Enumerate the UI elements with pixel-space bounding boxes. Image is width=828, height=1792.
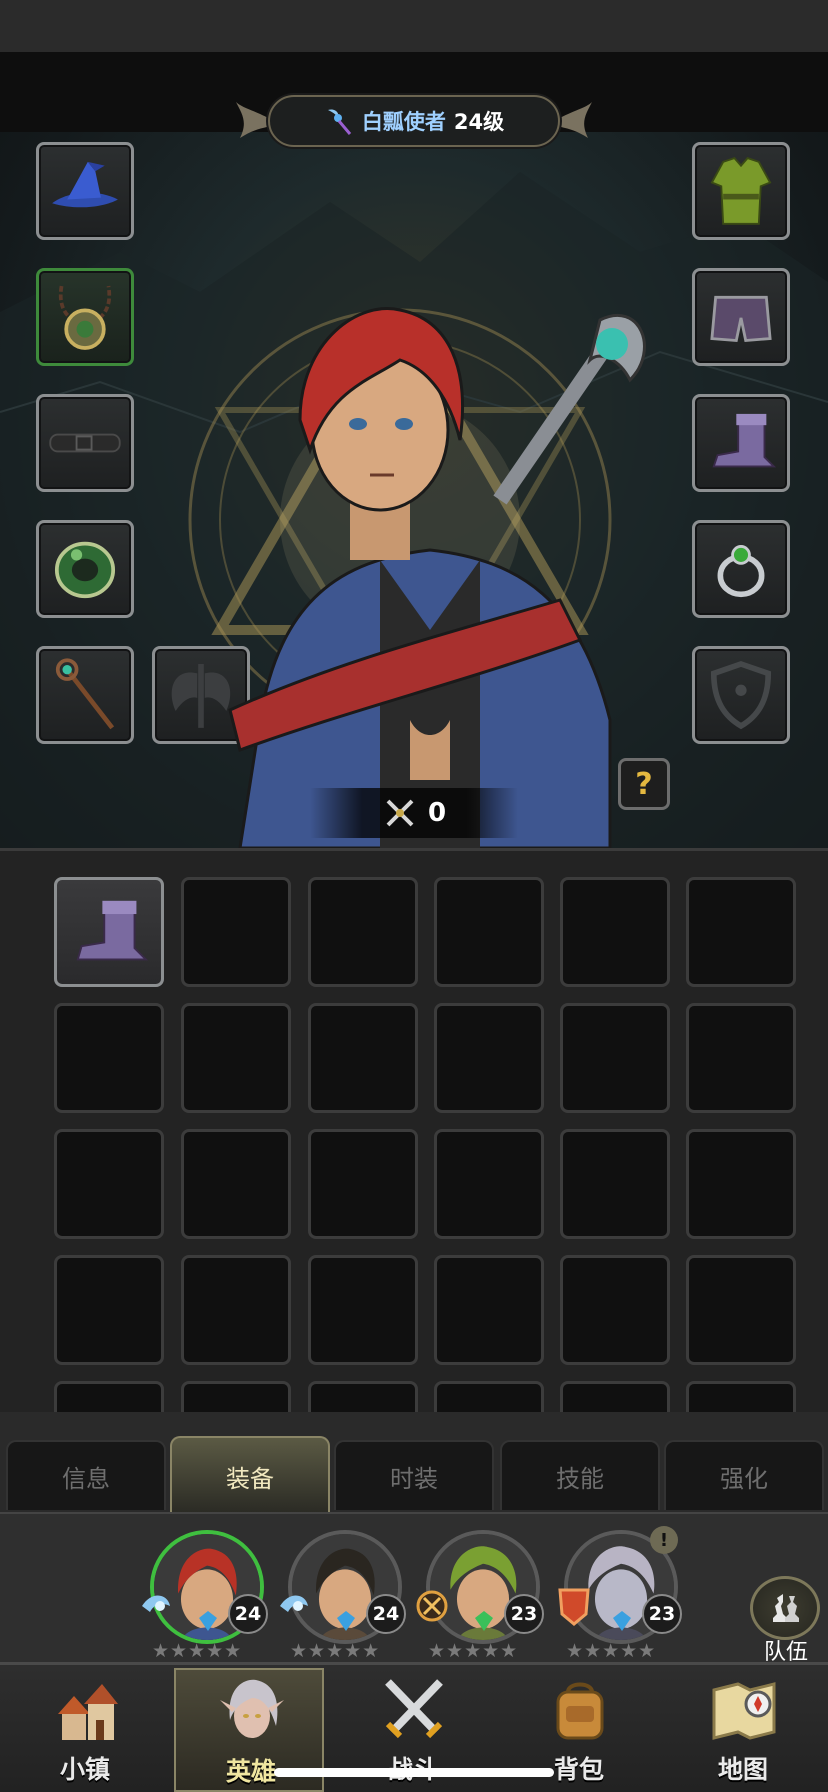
inventory-slot[interactable] xyxy=(54,877,164,987)
slot-head[interactable] xyxy=(36,142,134,240)
inventory-slot[interactable] xyxy=(54,1129,164,1239)
tab-equipment[interactable]: 装备 xyxy=(170,1436,330,1514)
warrior-class-icon xyxy=(558,1588,590,1626)
town-icon xyxy=(58,1684,118,1740)
hero-star-rating: ★★★★★ xyxy=(428,1640,519,1662)
crossed-swords-icon xyxy=(385,1679,443,1739)
mage-class-icon xyxy=(142,1595,170,1612)
silver-ring-icon xyxy=(717,545,765,598)
slot-ring-left[interactable] xyxy=(36,520,134,618)
inventory-slot[interactable] xyxy=(181,1381,291,1412)
staff-icon xyxy=(55,658,115,730)
hero-name: 白瓢使者 xyxy=(361,110,446,134)
tab-info[interactable]: 信息 xyxy=(6,1440,166,1510)
home-indicator xyxy=(274,1768,554,1777)
inventory-slot[interactable] xyxy=(686,877,796,987)
inventory-slot[interactable] xyxy=(181,1003,291,1113)
hero-star-rating: ★★★★★ xyxy=(290,1640,381,1662)
slot-shield[interactable] xyxy=(692,646,790,744)
inventory-slot[interactable] xyxy=(308,1255,418,1365)
team-button[interactable] xyxy=(750,1576,820,1640)
gem-icon xyxy=(337,1611,355,1631)
inventory-slot[interactable] xyxy=(181,877,291,987)
inventory-slot[interactable] xyxy=(560,1381,670,1412)
inventory-grid xyxy=(0,848,828,1412)
slot-legs[interactable] xyxy=(692,268,790,366)
inventory-slot[interactable] xyxy=(308,877,418,987)
chess-pieces-icon xyxy=(773,1594,799,1622)
hero-character-art xyxy=(228,307,646,848)
inventory-slot[interactable] xyxy=(686,1381,796,1412)
nav-town[interactable]: 小镇 xyxy=(10,1668,160,1792)
green-tunic-icon xyxy=(710,157,772,225)
hero-level-badge: 24 xyxy=(366,1594,406,1634)
tab-fashion[interactable]: 时装 xyxy=(334,1440,494,1510)
slot-feet[interactable] xyxy=(692,394,790,492)
nav-town-label: 小镇 xyxy=(59,1755,110,1784)
inventory-slot[interactable] xyxy=(434,877,544,987)
hero-level: 24级 xyxy=(453,110,505,134)
inventory-slot[interactable] xyxy=(434,1255,544,1365)
slot-weapon[interactable] xyxy=(36,646,134,744)
gem-icon xyxy=(199,1611,217,1631)
shorts-icon xyxy=(710,295,772,342)
belt-icon xyxy=(49,433,121,453)
mage-class-icon xyxy=(280,1595,308,1612)
rogue-class-icon xyxy=(416,1590,448,1622)
boot-icon xyxy=(712,413,777,468)
alert-icon: ! xyxy=(650,1526,678,1554)
staff-class-icon xyxy=(327,109,352,135)
nav-map[interactable]: 地图 xyxy=(668,1668,818,1792)
tab-enhance[interactable]: 强化 xyxy=(664,1440,824,1510)
slot-chest[interactable] xyxy=(692,142,790,240)
inventory-slot[interactable] xyxy=(560,1129,670,1239)
hero-level-badge: 23 xyxy=(504,1594,544,1634)
slot-waist[interactable] xyxy=(36,394,134,492)
map-icon xyxy=(712,1682,776,1740)
backpack-icon xyxy=(556,1682,604,1740)
jade-ring-icon xyxy=(54,541,116,599)
amulet-icon xyxy=(58,285,112,350)
slot-ring-right[interactable] xyxy=(692,520,790,618)
hero-level-badge: 23 xyxy=(642,1594,682,1634)
inventory-slot[interactable] xyxy=(181,1255,291,1365)
hero-title-plate: 白瓢使者 24级 xyxy=(268,95,560,147)
inventory-slot[interactable] xyxy=(686,1003,796,1113)
tab-skills[interactable]: 技能 xyxy=(500,1440,660,1510)
gem-icon xyxy=(613,1611,631,1631)
inventory-slot[interactable] xyxy=(686,1255,796,1365)
help-button[interactable]: ? xyxy=(618,758,670,810)
power-display: 0 xyxy=(310,788,518,838)
hero-icon xyxy=(220,1679,284,1738)
inventory-slot[interactable] xyxy=(308,1381,418,1412)
inventory-slot[interactable] xyxy=(560,877,670,987)
slot-neck[interactable] xyxy=(36,268,134,366)
nav-map-label: 地图 xyxy=(717,1755,768,1784)
top-status-bar xyxy=(0,0,828,52)
inventory-slot[interactable] xyxy=(560,1003,670,1113)
inventory-slot[interactable] xyxy=(434,1381,544,1412)
inventory-slot[interactable] xyxy=(308,1129,418,1239)
gem-icon xyxy=(475,1611,493,1631)
inventory-slot[interactable] xyxy=(54,1381,164,1412)
boot-icon xyxy=(76,900,149,961)
inventory-slot[interactable] xyxy=(181,1129,291,1239)
crossed-swords-icon xyxy=(386,799,414,827)
wizard-hat-icon xyxy=(52,161,118,208)
hero-star-rating: ★★★★★ xyxy=(566,1640,657,1662)
hero-star-rating: ★★★★★ xyxy=(152,1640,243,1662)
inventory-slot[interactable] xyxy=(560,1255,670,1365)
inventory-slot[interactable] xyxy=(54,1003,164,1113)
shield-slot-icon xyxy=(710,661,772,730)
inventory-slot[interactable] xyxy=(54,1255,164,1365)
plate-ornament-right xyxy=(556,102,592,138)
inventory-slot[interactable] xyxy=(308,1003,418,1113)
hero-level-badge: 24 xyxy=(228,1594,268,1634)
inventory-slot[interactable] xyxy=(434,1129,544,1239)
inventory-slot[interactable] xyxy=(434,1003,544,1113)
inventory-slot[interactable] xyxy=(686,1129,796,1239)
power-value: 0 xyxy=(427,798,447,828)
